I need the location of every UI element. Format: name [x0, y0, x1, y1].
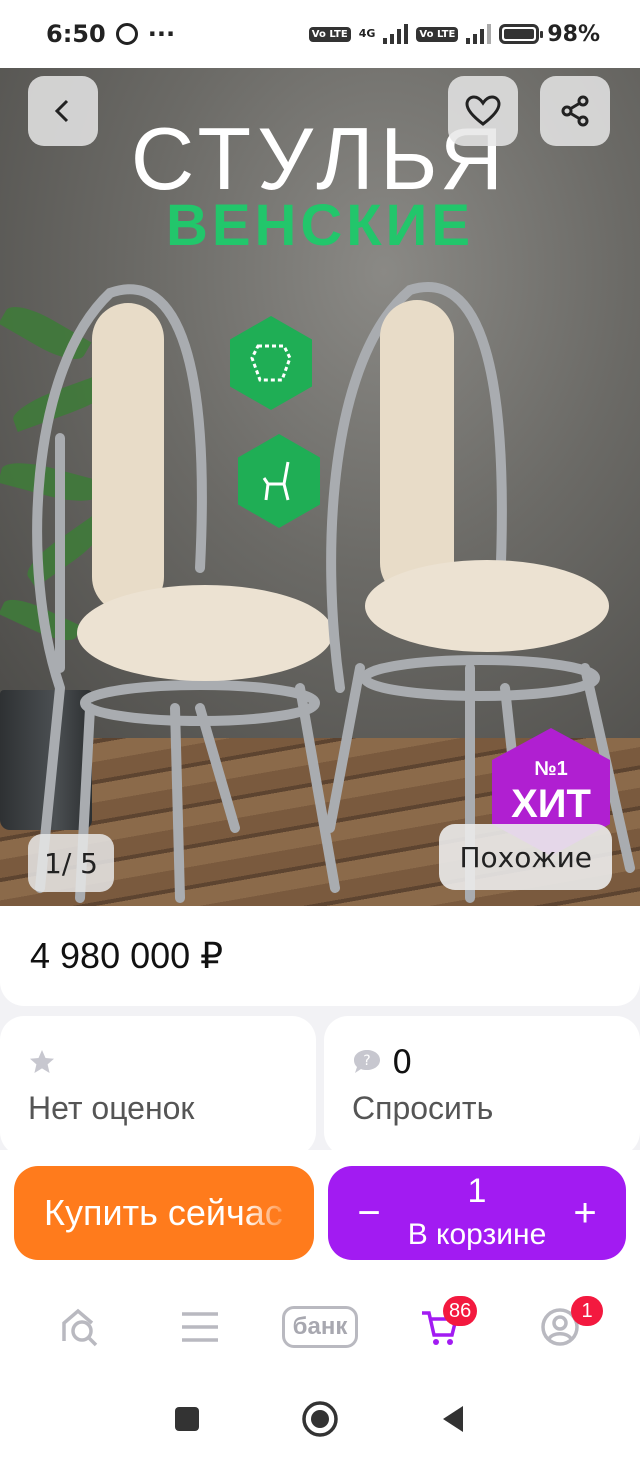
product-image-carousel[interactable]: СТУЛЬЯ ВЕНСКИЕ №1 ХИТ 1/ 5 Похожие: [0, 68, 640, 908]
bank-icon: банк: [281, 1306, 359, 1348]
buy-bar: Купить сейчас − 1 В корзине +: [0, 1150, 640, 1274]
favorite-button[interactable]: [448, 76, 518, 146]
image-pager: 1/ 5: [28, 834, 114, 892]
nav-profile[interactable]: 1: [515, 1292, 605, 1362]
status-bar: 6:50 ··· Vo LTE 4G Vo LTE 98%: [0, 0, 640, 68]
product-price: 4 980 000 ₽: [30, 935, 224, 976]
cart-quantity-control: − 1 В корзине +: [328, 1166, 626, 1260]
more-notifications-icon: ···: [147, 20, 176, 48]
profile-notification-badge: 1: [571, 1296, 603, 1326]
whatsapp-icon: [115, 23, 138, 45]
network-type: 4G: [358, 27, 376, 40]
heart-icon: [465, 95, 501, 126]
signal-icon: [383, 24, 409, 44]
svg-text:?: ?: [363, 1053, 370, 1069]
back-button[interactable]: [28, 76, 98, 146]
no-ratings-label: Нет оценок: [28, 1090, 195, 1126]
bottom-navigation: банк 86 1: [0, 1274, 640, 1380]
recent-apps-icon[interactable]: [173, 1405, 201, 1433]
chevron-left-icon: [54, 99, 69, 123]
signal-icon-2: [466, 24, 492, 44]
search-home-icon: [62, 1308, 98, 1347]
status-right: Vo LTE 4G Vo LTE 98%: [308, 21, 600, 47]
nav-cart[interactable]: 86: [395, 1292, 485, 1362]
star-icon: [30, 1050, 54, 1073]
back-icon[interactable]: [439, 1404, 467, 1434]
share-icon: [561, 95, 589, 127]
home-icon[interactable]: [301, 1400, 339, 1438]
buy-now-label: Купить сейчас: [44, 1192, 283, 1233]
ask-label: Спросить: [352, 1090, 494, 1126]
increase-quantity-button[interactable]: +: [560, 1186, 610, 1240]
system-navigation-bar: [0, 1380, 640, 1458]
similar-button[interactable]: Похожие: [439, 824, 612, 890]
volte-icon-2: Vo LTE: [416, 26, 459, 42]
questions-count: 0: [392, 1043, 413, 1081]
hit-badge-number: №1: [534, 758, 568, 780]
questions-row: ? 0: [352, 1040, 612, 1084]
nav-home-search[interactable]: [35, 1292, 125, 1362]
price-card: 4 980 000 ₽: [0, 906, 640, 1006]
rating-row: [28, 1040, 288, 1084]
cart-count-badge: 86: [443, 1296, 478, 1326]
share-button[interactable]: [540, 76, 610, 146]
volte-icon: Vo LTE: [308, 26, 351, 42]
buy-now-button[interactable]: Купить сейчас: [14, 1166, 314, 1260]
status-time: 6:50: [46, 20, 106, 48]
nav-catalog[interactable]: [155, 1292, 245, 1362]
rating-card[interactable]: Нет оценок: [0, 1016, 316, 1156]
battery-percent: 98%: [547, 21, 600, 47]
hit-badge-label: ХИТ: [511, 782, 591, 826]
battery-icon: [499, 24, 544, 44]
nav-bank[interactable]: банк: [275, 1292, 365, 1362]
menu-icon: [182, 1312, 218, 1342]
questions-card[interactable]: ? 0 Спросить: [324, 1016, 640, 1156]
screen: 6:50 ··· Vo LTE 4G Vo LTE 98% СТУЛЬЯ ВЕН…: [0, 0, 640, 1458]
question-bubble-icon: ?: [354, 1050, 380, 1073]
